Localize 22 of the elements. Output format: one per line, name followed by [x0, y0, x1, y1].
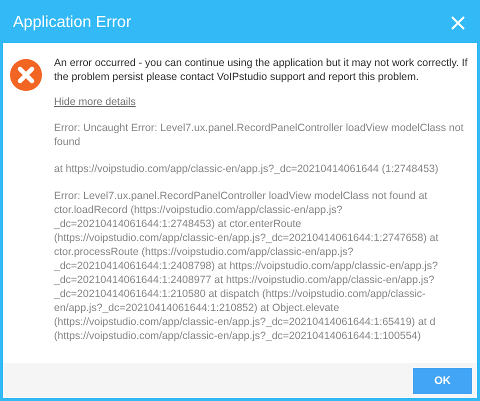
error-detail-line: (https://voipstudio.com/app/classic-en/app.js?_dc=20210414061644:1:100554) — [54, 329, 422, 343]
error-icon — [10, 59, 42, 91]
close-button[interactable] — [449, 14, 467, 32]
error-detail-line: _dc=20210414061644:1:2408798) at https://voipstudio.com/app/classic-en/app.js? — [54, 259, 438, 273]
error-message-line: An error occurred - you can continue using the application but it may not work correctly. If — [54, 56, 468, 70]
error-detail-line: (https://voipstudio.com/app/classic-en/app.js?_dc=20210414061644:1:65419) at d — [54, 315, 436, 329]
error-detail-line: _dc=20210414061644:1:2408977 at https://voipstudio.com/app/classic-en/app.js? — [54, 273, 436, 287]
error-detail-line: _dc=20210414061644:1:210580 at dispatch (https://voipstudio.com/app/classic- — [54, 287, 427, 301]
error-detail-line: ctor.loadRecord (https://voipstudio.com/app/classic-en/app.js? — [54, 203, 344, 217]
error-detail-line: found — [54, 135, 82, 149]
close-icon — [451, 16, 465, 30]
error-detail-line: Error: Level7.ux.panel.RecordPanelController loadView modelClass not found at — [54, 189, 428, 203]
window-title: Application Error — [13, 14, 132, 32]
error-detail-line: Error: Uncaught Error: Level7.ux.panel.RecordPanelController loadView modelClass not — [54, 121, 464, 135]
error-detail-line: en/app.js?_dc=20210414061644:1:210852) at Object.elevate — [54, 301, 340, 315]
ok-button[interactable]: OK — [413, 368, 472, 394]
error-detail-line: at https://voipstudio.com/app/classic-en/app.js?_dc=20210414061644 (1:2748453) — [54, 162, 438, 176]
error-message-line: the problem persist please contact VoIPstudio support and report this problem. — [54, 70, 420, 84]
error-detail-line: _dc=20210414061644:1:2748453) at ctor.enterRoute — [54, 217, 302, 231]
error-detail-line: ctor.processRoute (https://voipstudio.com/app/classic-en/app.js? — [54, 245, 354, 259]
error-detail-line: (https://voipstudio.com/app/classic-en/app.js?_dc=20210414061644:1:2747658) at — [54, 231, 438, 245]
hide-details-link[interactable]: Hide more details — [54, 96, 136, 108]
